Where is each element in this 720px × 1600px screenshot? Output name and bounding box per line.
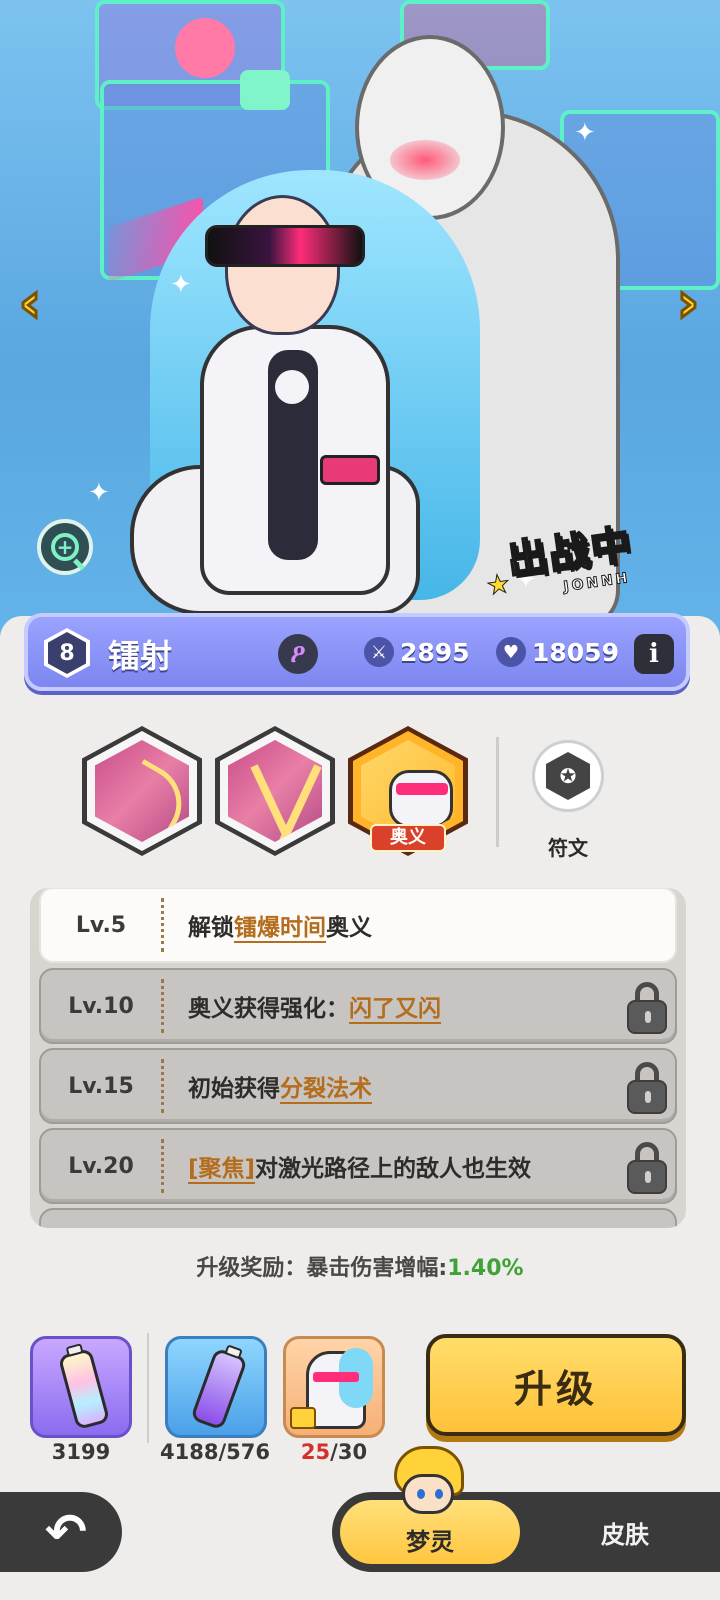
sword-icon: ⚔ <box>364 637 394 667</box>
sparkle-icon: ✦ <box>170 270 192 300</box>
chevron-right-icon: › <box>675 269 700 335</box>
reward-label: 升级奖励：暴击伤害增幅: <box>196 1256 448 1281</box>
level-badge: 8 <box>44 628 90 678</box>
attack-stat: ⚔ 2895 <box>364 637 470 667</box>
level-row: Lv.5 解锁镭爆时间奥义 <box>39 888 677 963</box>
dummy-blush <box>390 140 460 180</box>
skill-link[interactable]: 分裂法术 <box>280 1076 372 1104</box>
level-description: 奥义获得强化：闪了又闪 <box>188 996 441 1024</box>
level-description: 初始获得分裂法术 <box>188 1076 372 1104</box>
shard-have: 25 <box>300 1440 331 1464</box>
level-row-partial <box>39 1208 677 1228</box>
skill-link[interactable]: 闪了又闪 <box>349 996 441 1024</box>
info-icon: i <box>649 639 659 669</box>
tab-skins[interactable]: 皮肤 <box>540 1500 710 1564</box>
puzzle-piece-icon <box>290 1407 316 1429</box>
hero-shard-item[interactable] <box>283 1336 385 1438</box>
prev-hero-button[interactable]: ‹ <box>8 269 52 335</box>
skill-slot-1[interactable] <box>82 726 202 856</box>
level-row: Lv.15 初始获得分裂法术 <box>39 1048 677 1124</box>
back-arrow-icon: ↶ <box>45 1503 87 1561</box>
divider <box>496 737 499 847</box>
skill-link[interactable]: 镭爆时间 <box>234 915 326 943</box>
reward-value: 1.40% <box>447 1256 524 1281</box>
level-description: 解锁镭爆时间奥义 <box>188 915 372 943</box>
purple-potion-count: 4188/576 <box>160 1440 270 1464</box>
heart-icon: ♥ <box>496 637 526 667</box>
rune-icon: ✪ <box>546 752 590 800</box>
rainbow-bottle-icon <box>57 1343 111 1431</box>
rainbow-potion-item[interactable] <box>30 1336 132 1438</box>
purple-bottle-icon <box>190 1344 248 1431</box>
rune-button[interactable]: ✪ <box>532 740 604 812</box>
hp-stat: ♥ 18059 <box>496 637 619 667</box>
hero-belt <box>320 455 380 485</box>
level-label: Lv.20 <box>68 1153 134 1179</box>
level-row: Lv.10 奥义获得强化：闪了又闪 <box>39 968 677 1044</box>
attack-value: 2895 <box>400 637 470 667</box>
zoom-in-icon: + <box>51 533 86 571</box>
skill-slot-2[interactable] <box>215 726 335 856</box>
mage-class-icon[interactable]: ዖ <box>278 634 318 674</box>
level-label: Lv.15 <box>68 1073 134 1099</box>
tab-skins-label: 皮肤 <box>601 1520 649 1549</box>
hp-value: 18059 <box>532 637 619 667</box>
zoom-button[interactable]: + <box>37 519 93 575</box>
rune-label: 符文 <box>548 836 588 860</box>
divider <box>147 1333 149 1443</box>
lock-icon <box>627 982 667 1034</box>
purple-potion-item[interactable] <box>165 1336 267 1438</box>
suit-heart-cutout <box>275 370 309 404</box>
upgrade-button[interactable]: 升级 <box>426 1334 686 1436</box>
chevron-left-icon: ‹ <box>17 269 42 335</box>
lock-icon <box>627 1142 667 1194</box>
lock-icon <box>627 1062 667 1114</box>
level-label: Lv.5 <box>75 912 127 938</box>
hero-name-bar: 8 镭射 ዖ ⚔ 2895 ♥ 18059 i <box>24 613 690 691</box>
back-button[interactable]: ↶ <box>0 1492 122 1572</box>
rainbow-potion-count: 3199 <box>51 1440 111 1464</box>
bg-chat-bubble <box>240 70 290 110</box>
next-hero-button[interactable]: › <box>666 269 710 335</box>
sparkle-icon: ✦ <box>88 478 110 508</box>
level-label: Lv.10 <box>68 993 134 1019</box>
level-row: Lv.20 [聚焦]对激光路径上的敌人也生效 <box>39 1128 677 1204</box>
shard-need: /30 <box>330 1440 368 1464</box>
hero-level: 8 <box>48 632 86 674</box>
ultimate-tag: 奥义 <box>370 824 446 852</box>
bg-heart-decoration <box>175 18 235 78</box>
skill-link[interactable]: [聚焦] <box>188 1156 256 1184</box>
level-unlock-list[interactable]: Lv.5 解锁镭爆时间奥义 Lv.10 奥义获得强化：闪了又闪 Lv.15 初始… <box>30 888 686 1228</box>
info-button[interactable]: i <box>634 634 674 674</box>
hero-visor <box>205 225 365 267</box>
level-description: [聚焦]对激光路径上的敌人也生效 <box>188 1156 532 1184</box>
hero-name: 镭射 <box>108 637 173 675</box>
sparkle-icon: ✦ <box>574 118 596 148</box>
hero-shard-count: 25/30 <box>283 1440 385 1464</box>
star-icon: ★ <box>484 568 513 602</box>
upgrade-reward: 升级奖励：暴击伤害增幅:1.40% <box>0 1250 720 1282</box>
mascot-avatar <box>388 1446 468 1518</box>
